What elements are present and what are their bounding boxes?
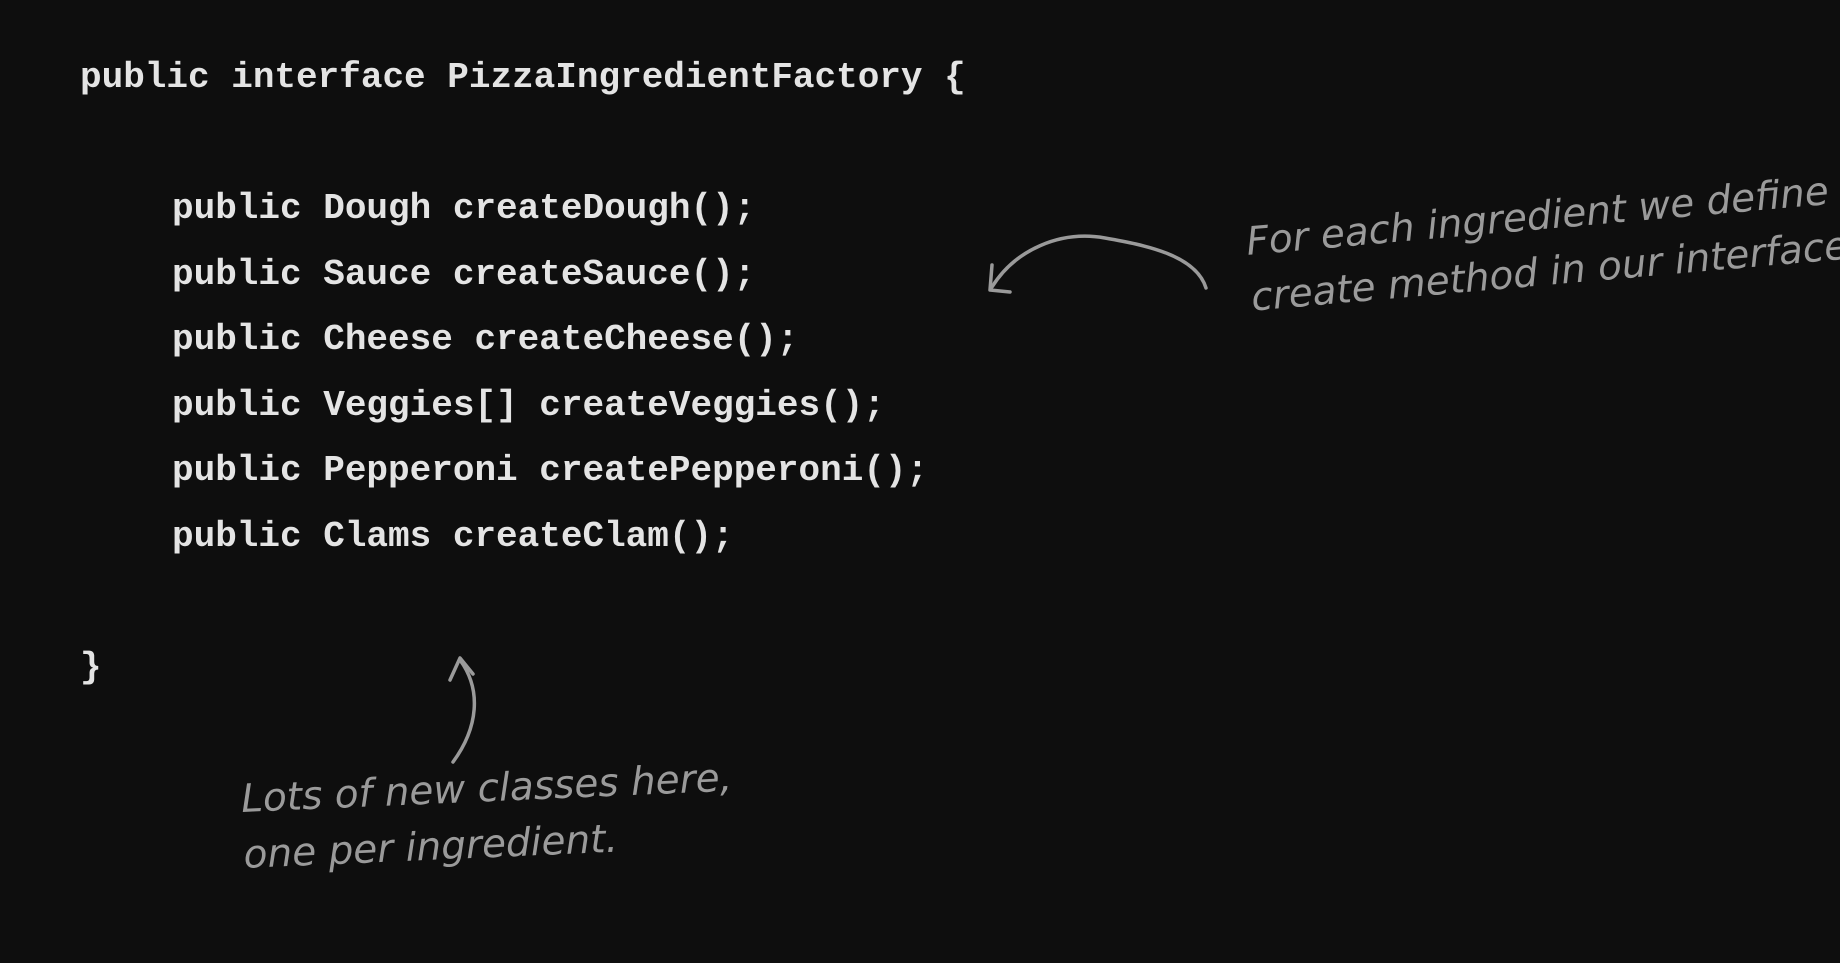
annotation-arrows [448,234,1208,764]
arrow-to-methods-icon [990,234,1208,290]
arrow-to-classes-icon [451,658,477,764]
